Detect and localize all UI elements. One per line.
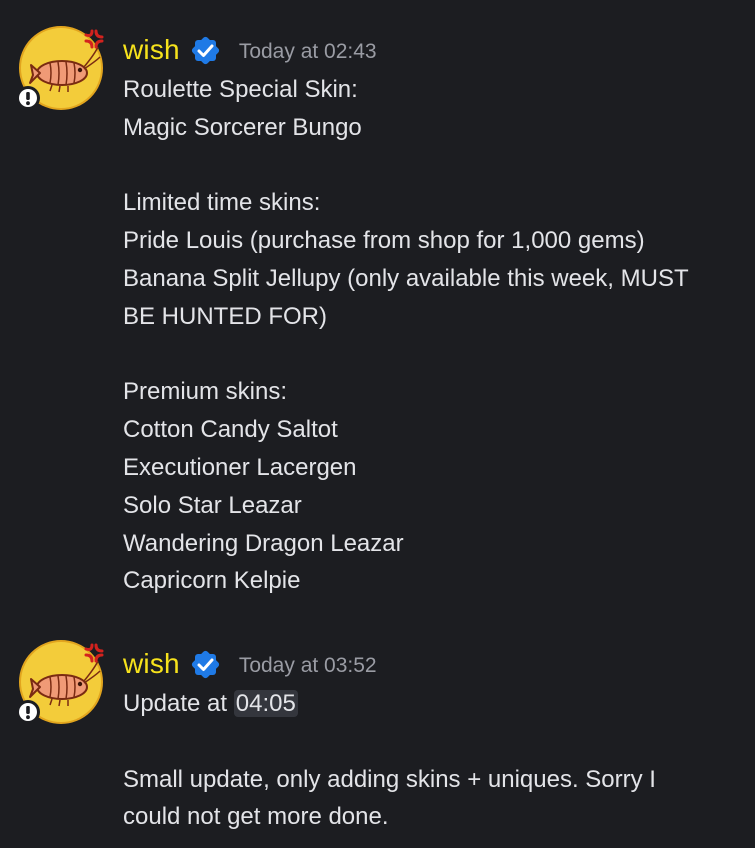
verified-checkmark-icon [189,648,222,681]
message-line: Small update, only adding skins + unique… [123,765,656,793]
avatar[interactable] [16,639,104,725]
message-line [123,723,735,761]
message-line: Premium skins: [123,378,288,406]
update-prefix: Update at [123,690,234,717]
status-badge-icon [16,700,40,724]
message-timestamp[interactable]: Today at 03:52 [239,651,377,678]
message-line: could not get more done. [123,803,389,831]
message-body: Roulette Special Skin: Magic Sorcerer Bu… [123,71,735,600]
message-line: Wandering Dragon Leazar [123,529,404,557]
message-content: wish Today at 02:43 Roulette Special Ski… [123,22,735,600]
message-line: Executioner Lacergen [123,453,357,481]
message-line: Update at 04:05 [123,685,735,723]
message-line: Magic Sorcerer Bungo [123,113,362,141]
message-header: wish Today at 02:43 [123,22,735,78]
username[interactable]: wish [123,648,180,680]
message-line: Banana Split Jellupy (only available thi… [123,264,689,292]
avatar[interactable] [16,25,104,111]
status-badge-icon [16,86,40,110]
verified-checkmark-icon [189,34,222,67]
message-line: Roulette Special Skin: [123,76,358,103]
message-line [123,147,735,185]
chat-log: wish Today at 02:43 Roulette Special Ski… [0,0,755,848]
message-line: Capricorn Kelpie [123,567,301,595]
username[interactable]: wish [123,34,180,66]
message-line: BE HUNTED FOR) [123,302,327,330]
message-timestamp[interactable]: Today at 02:43 [239,37,377,64]
message-line: Limited time skins: [123,189,321,217]
message-body: Update at 04:05 Small update, only addin… [123,685,735,836]
message-line: Pride Louis (purchase from shop for 1,00… [123,227,645,255]
inline-timestamp[interactable]: 04:05 [233,690,298,717]
message-line: Cotton Candy Saltot [123,416,338,444]
message-header: wish Today at 03:52 [123,636,735,692]
message-content: wish Today at 03:52 Update at 04:05 Smal… [123,636,735,836]
message-line [123,336,735,374]
message-line: Solo Star Leazar [123,491,302,519]
